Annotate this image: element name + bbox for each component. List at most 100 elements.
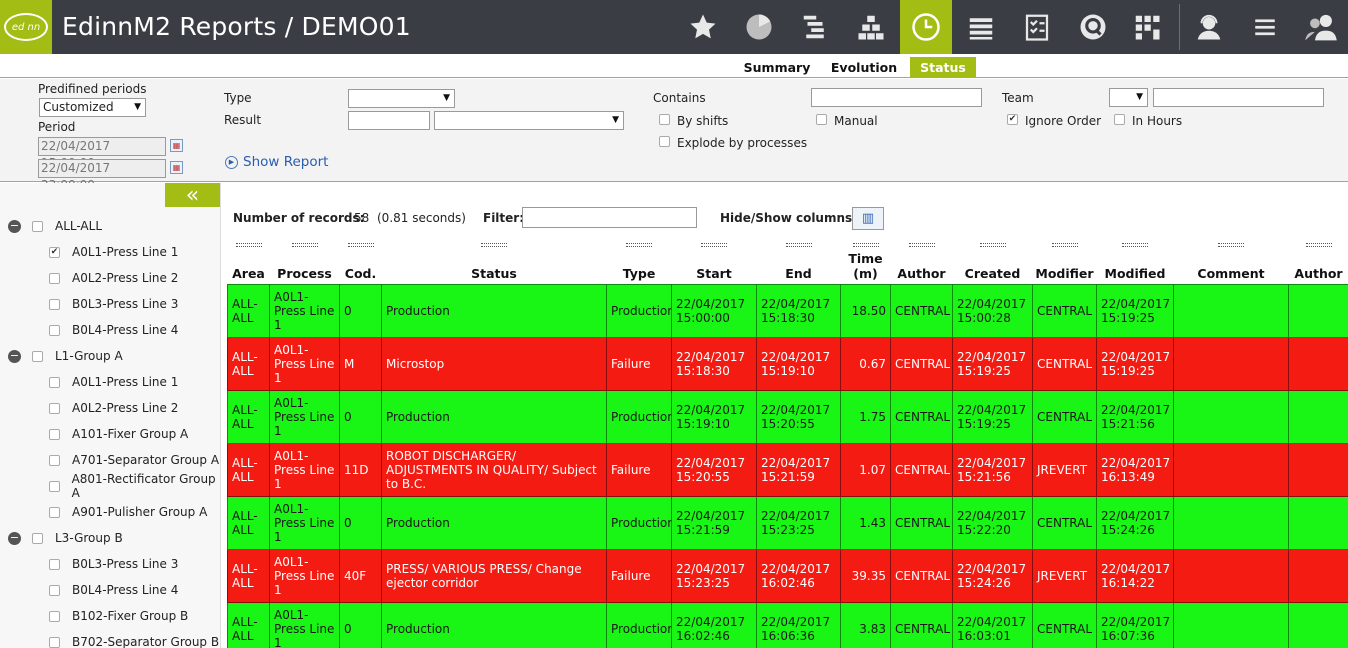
by-shifts-checkbox[interactable] [659, 114, 670, 125]
star-icon[interactable] [678, 0, 728, 54]
tree-item[interactable]: B0L3-Press Line 3 [49, 294, 178, 314]
tree-checkbox[interactable] [49, 376, 60, 388]
tree-checkbox[interactable] [49, 454, 60, 466]
drag-handle-icon[interactable] [626, 243, 652, 247]
result-code-field[interactable] [348, 111, 430, 130]
grid-icon[interactable] [1122, 0, 1172, 54]
column-header[interactable]: Area [227, 238, 270, 284]
checklist-icon[interactable] [1012, 0, 1062, 54]
column-header[interactable]: Time (m) [840, 238, 891, 284]
tree-checkbox[interactable] [49, 272, 60, 284]
column-header[interactable]: Start [671, 238, 757, 284]
users-icon[interactable] [1296, 0, 1346, 54]
tree-item[interactable]: A0L1-Press Line 1 [49, 372, 178, 392]
team-select[interactable]: ▼ [1109, 88, 1148, 107]
column-header[interactable]: Author [1288, 238, 1348, 284]
tree-checkbox[interactable]: ✔ [49, 246, 60, 258]
tree-group[interactable]: − ALL-ALL [8, 216, 102, 236]
ignore-order-checkbox[interactable]: ✔ [1007, 114, 1018, 125]
tree-item[interactable]: A0L2-Press Line 2 [49, 268, 178, 288]
tree-checkbox[interactable] [49, 584, 60, 596]
tree-checkbox[interactable] [32, 532, 43, 544]
drag-handle-icon[interactable] [908, 243, 935, 247]
drag-handle-icon[interactable] [347, 243, 374, 247]
tree-group[interactable]: − L3-Group B [8, 528, 123, 548]
tree-item[interactable]: A101-Fixer Group A [49, 424, 188, 444]
drag-handle-icon[interactable] [1305, 243, 1332, 247]
tree-checkbox[interactable] [49, 298, 60, 310]
gantt-icon[interactable] [790, 0, 840, 54]
drag-handle-icon[interactable] [1051, 243, 1078, 247]
table-row[interactable]: ALL-ALL A0L1-Press Line 1 40F PRESS/ VARIOU… [227, 548, 1348, 603]
collapse-sidebar-button[interactable]: « [165, 183, 220, 208]
tree-item[interactable]: B0L3-Press Line 3 [49, 554, 178, 574]
hide-show-columns-button[interactable]: ▥ [852, 207, 884, 230]
support-agent-icon[interactable] [1184, 0, 1234, 54]
result-select[interactable]: ▼ [434, 111, 624, 130]
drag-handle-icon[interactable] [979, 243, 1006, 247]
tree-item[interactable]: A901-Pulisher Group A [49, 502, 207, 522]
drag-handle-icon[interactable] [701, 243, 727, 247]
tree-checkbox[interactable] [49, 610, 60, 622]
tree-checkbox[interactable] [32, 350, 43, 362]
tree-group[interactable]: − L1-Group A [8, 346, 123, 366]
stack-icon[interactable] [956, 0, 1006, 54]
tree-checkbox[interactable] [49, 506, 60, 518]
manual-checkbox[interactable] [816, 114, 827, 125]
tree-checkbox[interactable] [49, 324, 60, 336]
menu-icon[interactable] [1240, 0, 1290, 54]
column-header[interactable]: Type [606, 238, 672, 284]
tree-checkbox[interactable] [49, 636, 60, 648]
calendar-icon[interactable]: ▦ [170, 139, 183, 152]
tree-checkbox[interactable] [32, 220, 43, 232]
table-row[interactable]: ALL-ALL A0L1-Press Line 1 M Microstop Failur… [227, 336, 1348, 391]
drag-handle-icon[interactable] [1218, 243, 1244, 247]
table-row[interactable]: ALL-ALL A0L1-Press Line 1 0 Production Produ… [227, 283, 1348, 338]
tab-evolution[interactable]: Evolution [826, 57, 902, 78]
tree-item[interactable]: B0L4-Press Line 4 [49, 320, 178, 340]
collapse-minus-icon[interactable]: − [8, 349, 21, 363]
team-input[interactable] [1153, 88, 1324, 107]
tree-item[interactable]: B702-Separator Group B [49, 632, 219, 648]
column-header[interactable]: Cod. [339, 238, 382, 284]
column-header[interactable]: Status [381, 238, 607, 284]
drag-handle-icon[interactable] [852, 243, 879, 247]
tree-checkbox[interactable] [49, 428, 60, 440]
tree-checkbox[interactable] [49, 480, 60, 492]
table-filter-input[interactable] [522, 207, 697, 228]
drag-handle-icon[interactable] [1122, 243, 1148, 247]
table-row[interactable]: ALL-ALL A0L1-Press Line 1 11D ROBOT DISCHAR… [227, 442, 1348, 497]
table-row[interactable]: ALL-ALL A0L1-Press Line 1 0 Production Produ… [227, 495, 1348, 550]
table-row[interactable]: ALL-ALL A0L1-Press Line 1 0 Production Produ… [227, 601, 1348, 648]
explode-by-processes-checkbox[interactable] [659, 136, 670, 147]
tab-summary[interactable]: Summary [740, 57, 814, 78]
pie-chart-icon[interactable] [734, 0, 784, 54]
drag-handle-icon[interactable] [235, 243, 262, 247]
tree-item[interactable]: B102-Fixer Group B [49, 606, 188, 626]
column-header[interactable]: Comment [1173, 238, 1289, 284]
tree-item[interactable]: A801-Rectificator Group A [49, 472, 220, 500]
drag-handle-icon[interactable] [291, 243, 318, 247]
q-icon[interactable] [1068, 0, 1118, 54]
in-hours-checkbox[interactable] [1114, 114, 1125, 125]
column-header[interactable]: Author [890, 238, 953, 284]
column-header[interactable]: Modified [1096, 238, 1174, 284]
contains-input[interactable] [811, 88, 982, 107]
column-header[interactable]: Modifier [1032, 238, 1097, 284]
column-header[interactable]: End [756, 238, 841, 284]
tree-item[interactable]: B0L4-Press Line 4 [49, 580, 178, 600]
column-header[interactable]: Process [269, 238, 340, 284]
tab-status[interactable]: Status [910, 57, 976, 78]
drag-handle-icon[interactable] [785, 243, 812, 247]
logo[interactable]: ed nn [0, 0, 52, 54]
drag-handle-icon[interactable] [481, 243, 507, 247]
tree-item[interactable]: A0L2-Press Line 2 [49, 398, 178, 418]
clock-icon[interactable] [900, 0, 952, 54]
period-start-field[interactable]: 22/04/2017 15:00:00 [38, 137, 166, 170]
tree-item[interactable]: ✔ A0L1-Press Line 1 [49, 242, 178, 262]
tree-checkbox[interactable] [49, 402, 60, 414]
column-header[interactable]: Created [952, 238, 1033, 284]
pyramid-icon[interactable] [846, 0, 896, 54]
type-select[interactable]: ▼ [348, 89, 455, 108]
predefined-periods-select[interactable]: Customized ▼ [39, 98, 146, 117]
